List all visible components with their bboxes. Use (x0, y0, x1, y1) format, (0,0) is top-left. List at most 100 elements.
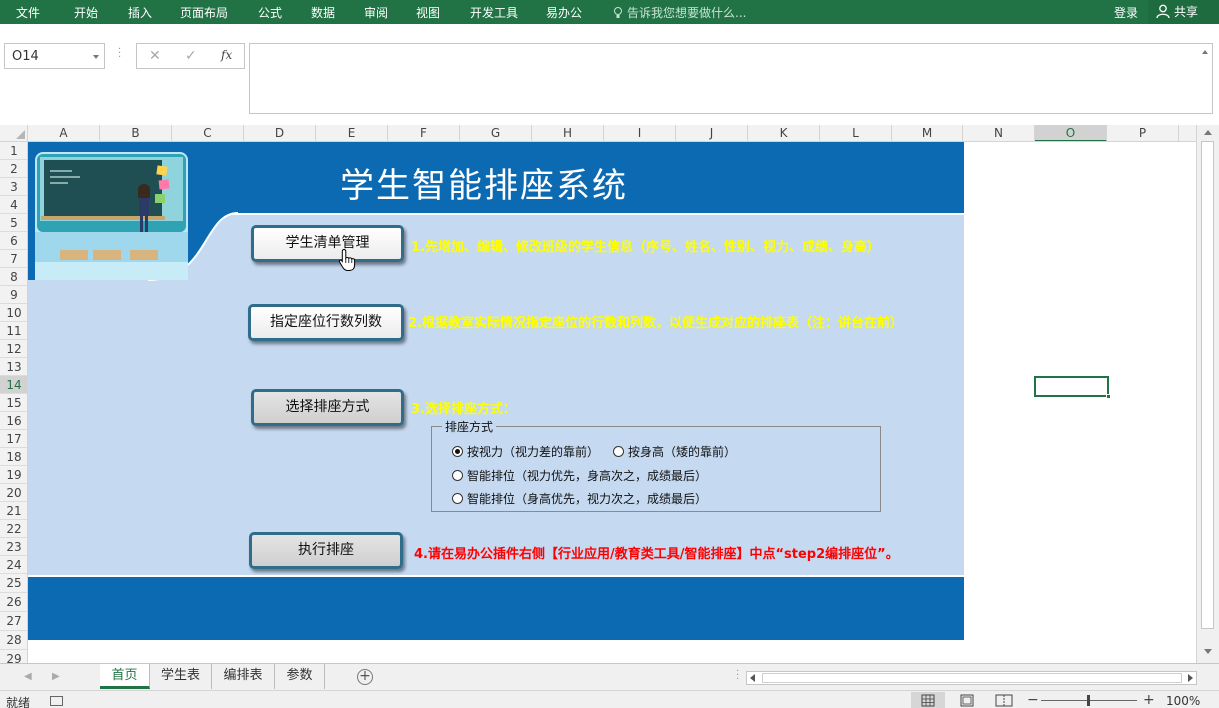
row-header-27[interactable]: 27 (0, 612, 27, 631)
scroll-right-icon[interactable] (1188, 674, 1193, 682)
row-header-5[interactable]: 5 (0, 214, 27, 232)
name-box[interactable]: O14 (4, 43, 105, 69)
column-header-p[interactable]: P (1107, 125, 1179, 141)
row-header-23[interactable]: 23 (0, 538, 27, 556)
row-header-3[interactable]: 3 (0, 178, 27, 196)
column-header-d[interactable]: D (244, 125, 316, 141)
run-seating-button[interactable]: 执行排座 (249, 532, 403, 569)
column-header-h[interactable]: H (532, 125, 604, 141)
column-header-m[interactable]: M (892, 125, 963, 141)
share-button[interactable]: 共享 (1148, 0, 1219, 24)
row-header-7[interactable]: 7 (0, 250, 27, 268)
vertical-scroll-thumb[interactable] (1201, 141, 1214, 629)
radio-icon[interactable] (452, 493, 463, 504)
method-option-smart-vision[interactable]: 智能排位（视力优先，身高次之，成绩最后） (452, 467, 707, 484)
horizontal-scrollbar[interactable] (746, 671, 1197, 685)
macro-record-icon[interactable] (50, 696, 63, 706)
scroll-down-icon[interactable] (1204, 649, 1212, 654)
formula-input[interactable] (249, 43, 1213, 114)
row-header-28[interactable]: 28 (0, 631, 27, 650)
row-header-10[interactable]: 10 (0, 304, 27, 322)
row-header-18[interactable]: 18 (0, 448, 27, 466)
zoom-in-icon[interactable]: + (1143, 692, 1155, 708)
insert-function-icon[interactable]: fx (221, 48, 232, 62)
zoom-slider-thumb[interactable] (1087, 695, 1090, 706)
collapse-icon[interactable] (1202, 50, 1208, 54)
page-layout-view-icon[interactable] (950, 692, 984, 708)
row-header-1[interactable]: 1 (0, 142, 27, 160)
column-header-g[interactable]: G (460, 125, 532, 141)
horizontal-scroll-thumb[interactable] (762, 673, 1182, 683)
column-header-c[interactable]: C (172, 125, 244, 141)
sheet-tab-students[interactable]: 学生表 (150, 664, 212, 689)
vertical-scrollbar[interactable] (1196, 125, 1219, 663)
row-header-17[interactable]: 17 (0, 430, 27, 448)
row-header-8[interactable]: 8 (0, 268, 27, 286)
student-list-button[interactable]: 学生清单管理 (251, 225, 404, 262)
tab-formulas[interactable]: 公式 (258, 4, 282, 21)
method-option-vision[interactable]: 按视力（视力差的靠前） (452, 443, 599, 460)
row-header-2[interactable]: 2 (0, 160, 27, 178)
check-icon[interactable]: ✓ (185, 48, 197, 64)
row-header-26[interactable]: 26 (0, 593, 27, 612)
normal-view-icon[interactable] (911, 692, 945, 708)
column-header-i[interactable]: I (604, 125, 676, 141)
column-header-b[interactable]: B (100, 125, 172, 141)
tab-insert[interactable]: 插入 (128, 4, 152, 21)
column-header-a[interactable]: A (28, 125, 100, 141)
tab-yibangong[interactable]: 易办公 (546, 4, 582, 21)
row-header-21[interactable]: 21 (0, 502, 27, 520)
seat-grid-button[interactable]: 指定座位行数列数 (248, 304, 404, 341)
column-header-n[interactable]: N (963, 125, 1035, 141)
sheet-tab-home[interactable]: 首页 (100, 664, 150, 689)
row-header-19[interactable]: 19 (0, 466, 27, 484)
scroll-left-icon[interactable] (750, 674, 755, 682)
row-header-11[interactable]: 11 (0, 322, 27, 340)
prev-sheet-icon[interactable]: ◀ (24, 671, 32, 682)
cancel-icon[interactable]: ✕ (149, 48, 161, 64)
tab-review[interactable]: 审阅 (364, 4, 388, 21)
zoom-level[interactable]: 100% (1166, 694, 1200, 708)
row-header-22[interactable]: 22 (0, 520, 27, 538)
column-header-k[interactable]: K (748, 125, 820, 141)
method-option-smart-height[interactable]: 智能排位（身高优先，视力次之，成绩最后） (452, 490, 707, 507)
row-header-13[interactable]: 13 (0, 358, 27, 376)
column-header-l[interactable]: L (820, 125, 892, 141)
active-cell-o14[interactable] (1034, 376, 1111, 399)
row-header-20[interactable]: 20 (0, 484, 27, 502)
choose-method-button[interactable]: 选择排座方式 (251, 389, 404, 426)
column-header-o[interactable]: O (1035, 125, 1107, 141)
tab-data[interactable]: 数据 (311, 4, 335, 21)
method-option-height[interactable]: 按身高（矮的靠前） (613, 443, 736, 460)
row-header-16[interactable]: 16 (0, 412, 27, 430)
add-sheet-icon[interactable]: + (357, 669, 373, 685)
tab-developer[interactable]: 开发工具 (470, 4, 518, 21)
page-break-view-icon[interactable] (987, 692, 1021, 708)
tab-file[interactable]: 文件 (16, 4, 40, 21)
row-header-24[interactable]: 24 (0, 556, 27, 574)
tell-me-box[interactable]: 告诉我您想要做什么... (613, 4, 746, 21)
row-header-6[interactable]: 6 (0, 232, 27, 250)
next-sheet-icon[interactable]: ▶ (52, 671, 60, 682)
scroll-up-icon[interactable] (1204, 130, 1212, 135)
sheet-tab-params[interactable]: 参数 (275, 664, 325, 689)
tab-home[interactable]: 开始 (74, 4, 98, 21)
column-header-e[interactable]: E (316, 125, 388, 141)
row-header-29[interactable]: 29 (0, 650, 27, 663)
sheet-tab-arrangement[interactable]: 编排表 (212, 664, 275, 689)
row-header-15[interactable]: 15 (0, 394, 27, 412)
row-header-14[interactable]: 14 (0, 376, 27, 394)
zoom-out-icon[interactable]: − (1027, 692, 1039, 708)
radio-icon[interactable] (452, 470, 463, 481)
tab-page-layout[interactable]: 页面布局 (180, 4, 228, 21)
column-header-f[interactable]: F (388, 125, 460, 141)
drag-handle-icon[interactable]: · · · (118, 45, 121, 63)
row-header-9[interactable]: 9 (0, 286, 27, 304)
row-header-4[interactable]: 4 (0, 196, 27, 214)
radio-selected-icon[interactable] (452, 446, 463, 457)
select-all-corner[interactable] (0, 125, 28, 142)
tab-view[interactable]: 视图 (416, 4, 440, 21)
row-header-12[interactable]: 12 (0, 340, 27, 358)
column-header-j[interactable]: J (676, 125, 748, 141)
radio-icon[interactable] (613, 446, 624, 457)
